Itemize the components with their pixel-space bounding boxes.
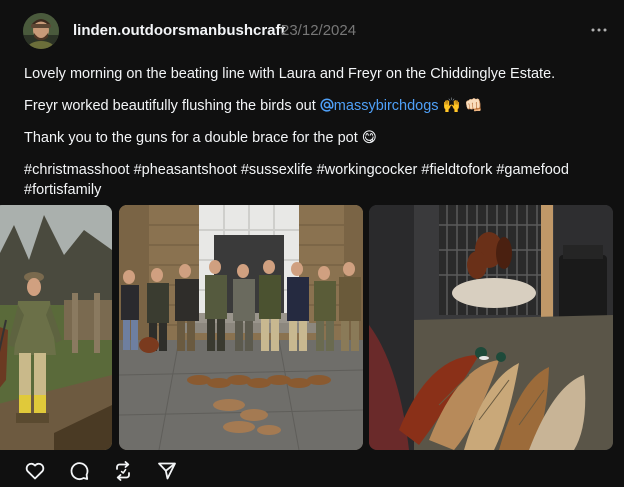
photo-beater-with-dog[interactable] xyxy=(0,205,112,450)
heart-icon xyxy=(25,462,45,480)
photo-group-shoot-line[interactable] xyxy=(119,205,363,450)
repost-icon xyxy=(116,461,130,481)
photo-dog-crate-and-pheasants[interactable] xyxy=(369,205,613,450)
comment-button[interactable] xyxy=(68,460,90,482)
hashtag[interactable]: #pheasantshoot xyxy=(134,162,237,178)
hashtag[interactable]: #sussexlife xyxy=(241,162,313,178)
like-button[interactable] xyxy=(24,460,46,482)
avatar-photo xyxy=(23,13,59,49)
caption-line-1: Lovely morning on the beating line with … xyxy=(24,66,556,82)
share-button[interactable] xyxy=(156,460,178,482)
username[interactable]: linden.outdoorsmanbushcraft xyxy=(73,22,286,39)
comment-icon xyxy=(70,462,89,481)
hashtag[interactable]: #fortisfamily xyxy=(24,182,101,198)
at-sign-icon xyxy=(320,98,334,112)
avatar[interactable] xyxy=(23,13,59,49)
more-horizontal-icon[interactable] xyxy=(588,22,610,38)
post-caption: Lovely morning on the beating line with … xyxy=(24,64,604,200)
caption-line-3: Thank you to the guns for a double brace… xyxy=(24,130,377,146)
hashtag[interactable]: #gamefood xyxy=(496,162,569,178)
hashtag-list: #christmasshoot #pheasantshoot #sussexli… xyxy=(24,160,604,200)
hashtag[interactable]: #christmasshoot xyxy=(24,162,130,178)
caption-line-2-emoji: 🙌 👊🏻 xyxy=(438,98,483,114)
post-action-bar xyxy=(0,460,624,487)
mention-username[interactable]: massybirchdogs xyxy=(334,98,439,114)
send-icon xyxy=(158,462,176,480)
post-timestamp: 23/12/2024 xyxy=(281,22,357,39)
caption-line-2-prefix: Freyr worked beautifully flushing the bi… xyxy=(24,98,320,114)
hashtag[interactable]: #workingcocker xyxy=(317,162,418,178)
repost-button[interactable] xyxy=(112,460,134,482)
threads-post: linden.outdoorsmanbushcraft 23/12/2024 L… xyxy=(0,0,624,487)
caption-line-2: Freyr worked beautifully flushing the bi… xyxy=(24,96,604,116)
mention-link[interactable]: massybirchdogs xyxy=(320,98,439,114)
hashtag[interactable]: #fieldtofork xyxy=(421,162,492,178)
photo-carousel[interactable] xyxy=(0,205,624,450)
